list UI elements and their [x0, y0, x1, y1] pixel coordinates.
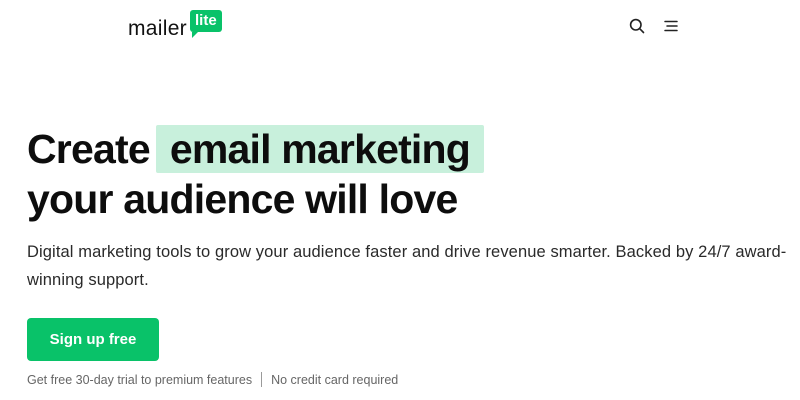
headline-line-2: your audience will love — [27, 176, 458, 222]
footnote-divider — [261, 372, 263, 387]
site-header: mailer lite — [0, 0, 800, 56]
headline-highlight: email marketing — [155, 125, 485, 173]
logo-text: mailer — [128, 17, 187, 40]
menu-button[interactable] — [661, 16, 681, 36]
hero-headline: Create email marketing your audience will… — [27, 124, 485, 224]
no-card-note: No credit card required — [271, 372, 399, 387]
trial-note: Get free 30-day trial to premium feature… — [27, 372, 253, 387]
hero-footnote: Get free 30-day trial to premium feature… — [27, 372, 398, 387]
mailerlite-logo[interactable]: mailer lite — [128, 10, 222, 40]
sign-up-free-button[interactable]: Sign up free — [27, 318, 159, 361]
headline-line-1: Create email marketing — [27, 124, 485, 174]
hero-subtitle: Digital marketing tools to grow your aud… — [27, 243, 787, 289]
menu-icon — [664, 20, 678, 32]
headline-prefix: Create — [27, 126, 151, 172]
landing-page: mailer lite Create email marketing your a… — [0, 0, 800, 400]
logo-badge: lite — [189, 10, 222, 38]
search-button[interactable] — [627, 16, 647, 36]
search-icon — [629, 18, 645, 34]
